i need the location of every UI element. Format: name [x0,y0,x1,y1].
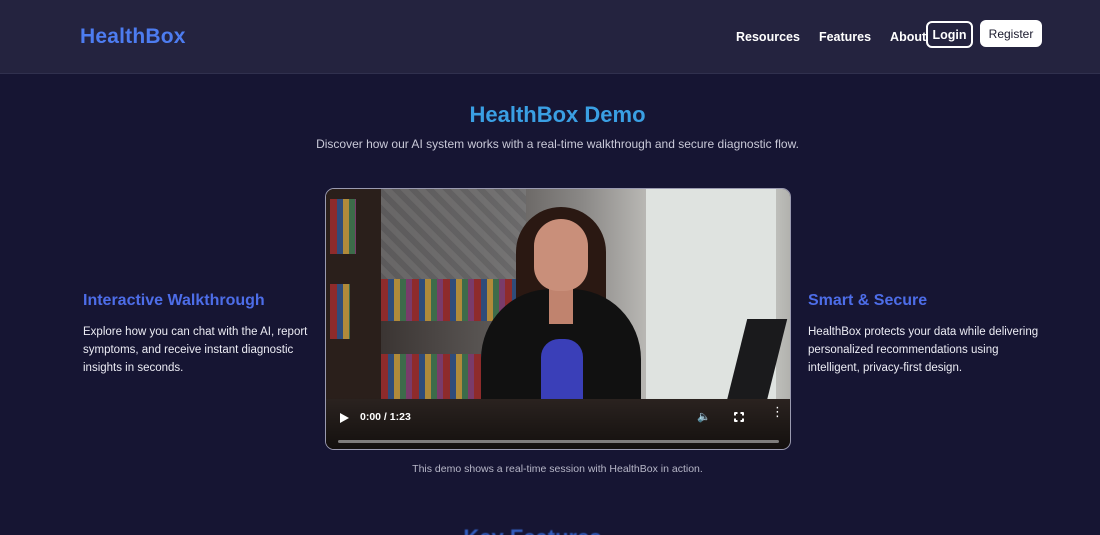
play-icon[interactable] [340,413,349,423]
video-time: 0:00 / 1:23 [360,411,411,423]
video-controls: 0:00 / 1:23 🔈 ⋮ [326,397,790,449]
register-button[interactable]: Register [980,20,1042,47]
walkthrough-description: Explore how you can chat with the AI, re… [83,326,308,374]
secure-heading: Smart & Secure [808,292,928,309]
video-progress-bar[interactable] [338,440,779,443]
volume-icon[interactable]: 🔈 [697,410,711,423]
walkthrough-heading: Interactive Walkthrough [83,292,265,309]
nav-links: Resources Features About [736,30,945,44]
login-button[interactable]: Login [926,21,973,48]
more-options-icon[interactable]: ⋮ [771,405,784,418]
nav-link-resources[interactable]: Resources [736,30,800,44]
brand-logo[interactable]: HealthBox [80,25,186,49]
secure-description: HealthBox protects your data while deliv… [808,326,1039,374]
page-title: HealthBox Demo [469,102,646,127]
nav-link-about[interactable]: About [890,30,926,44]
page-subtitle: Discover how our AI system works with a … [316,137,799,151]
video-caption: This demo shows a real-time session with… [412,463,703,475]
nav-link-features[interactable]: Features [819,30,871,44]
demo-video-player[interactable]: 0:00 / 1:23 🔈 ⋮ [325,188,791,450]
navbar: HealthBox Resources Features About Login… [0,0,1100,74]
key-features-heading: Key Features [0,525,1065,535]
fullscreen-icon[interactable] [734,412,744,422]
